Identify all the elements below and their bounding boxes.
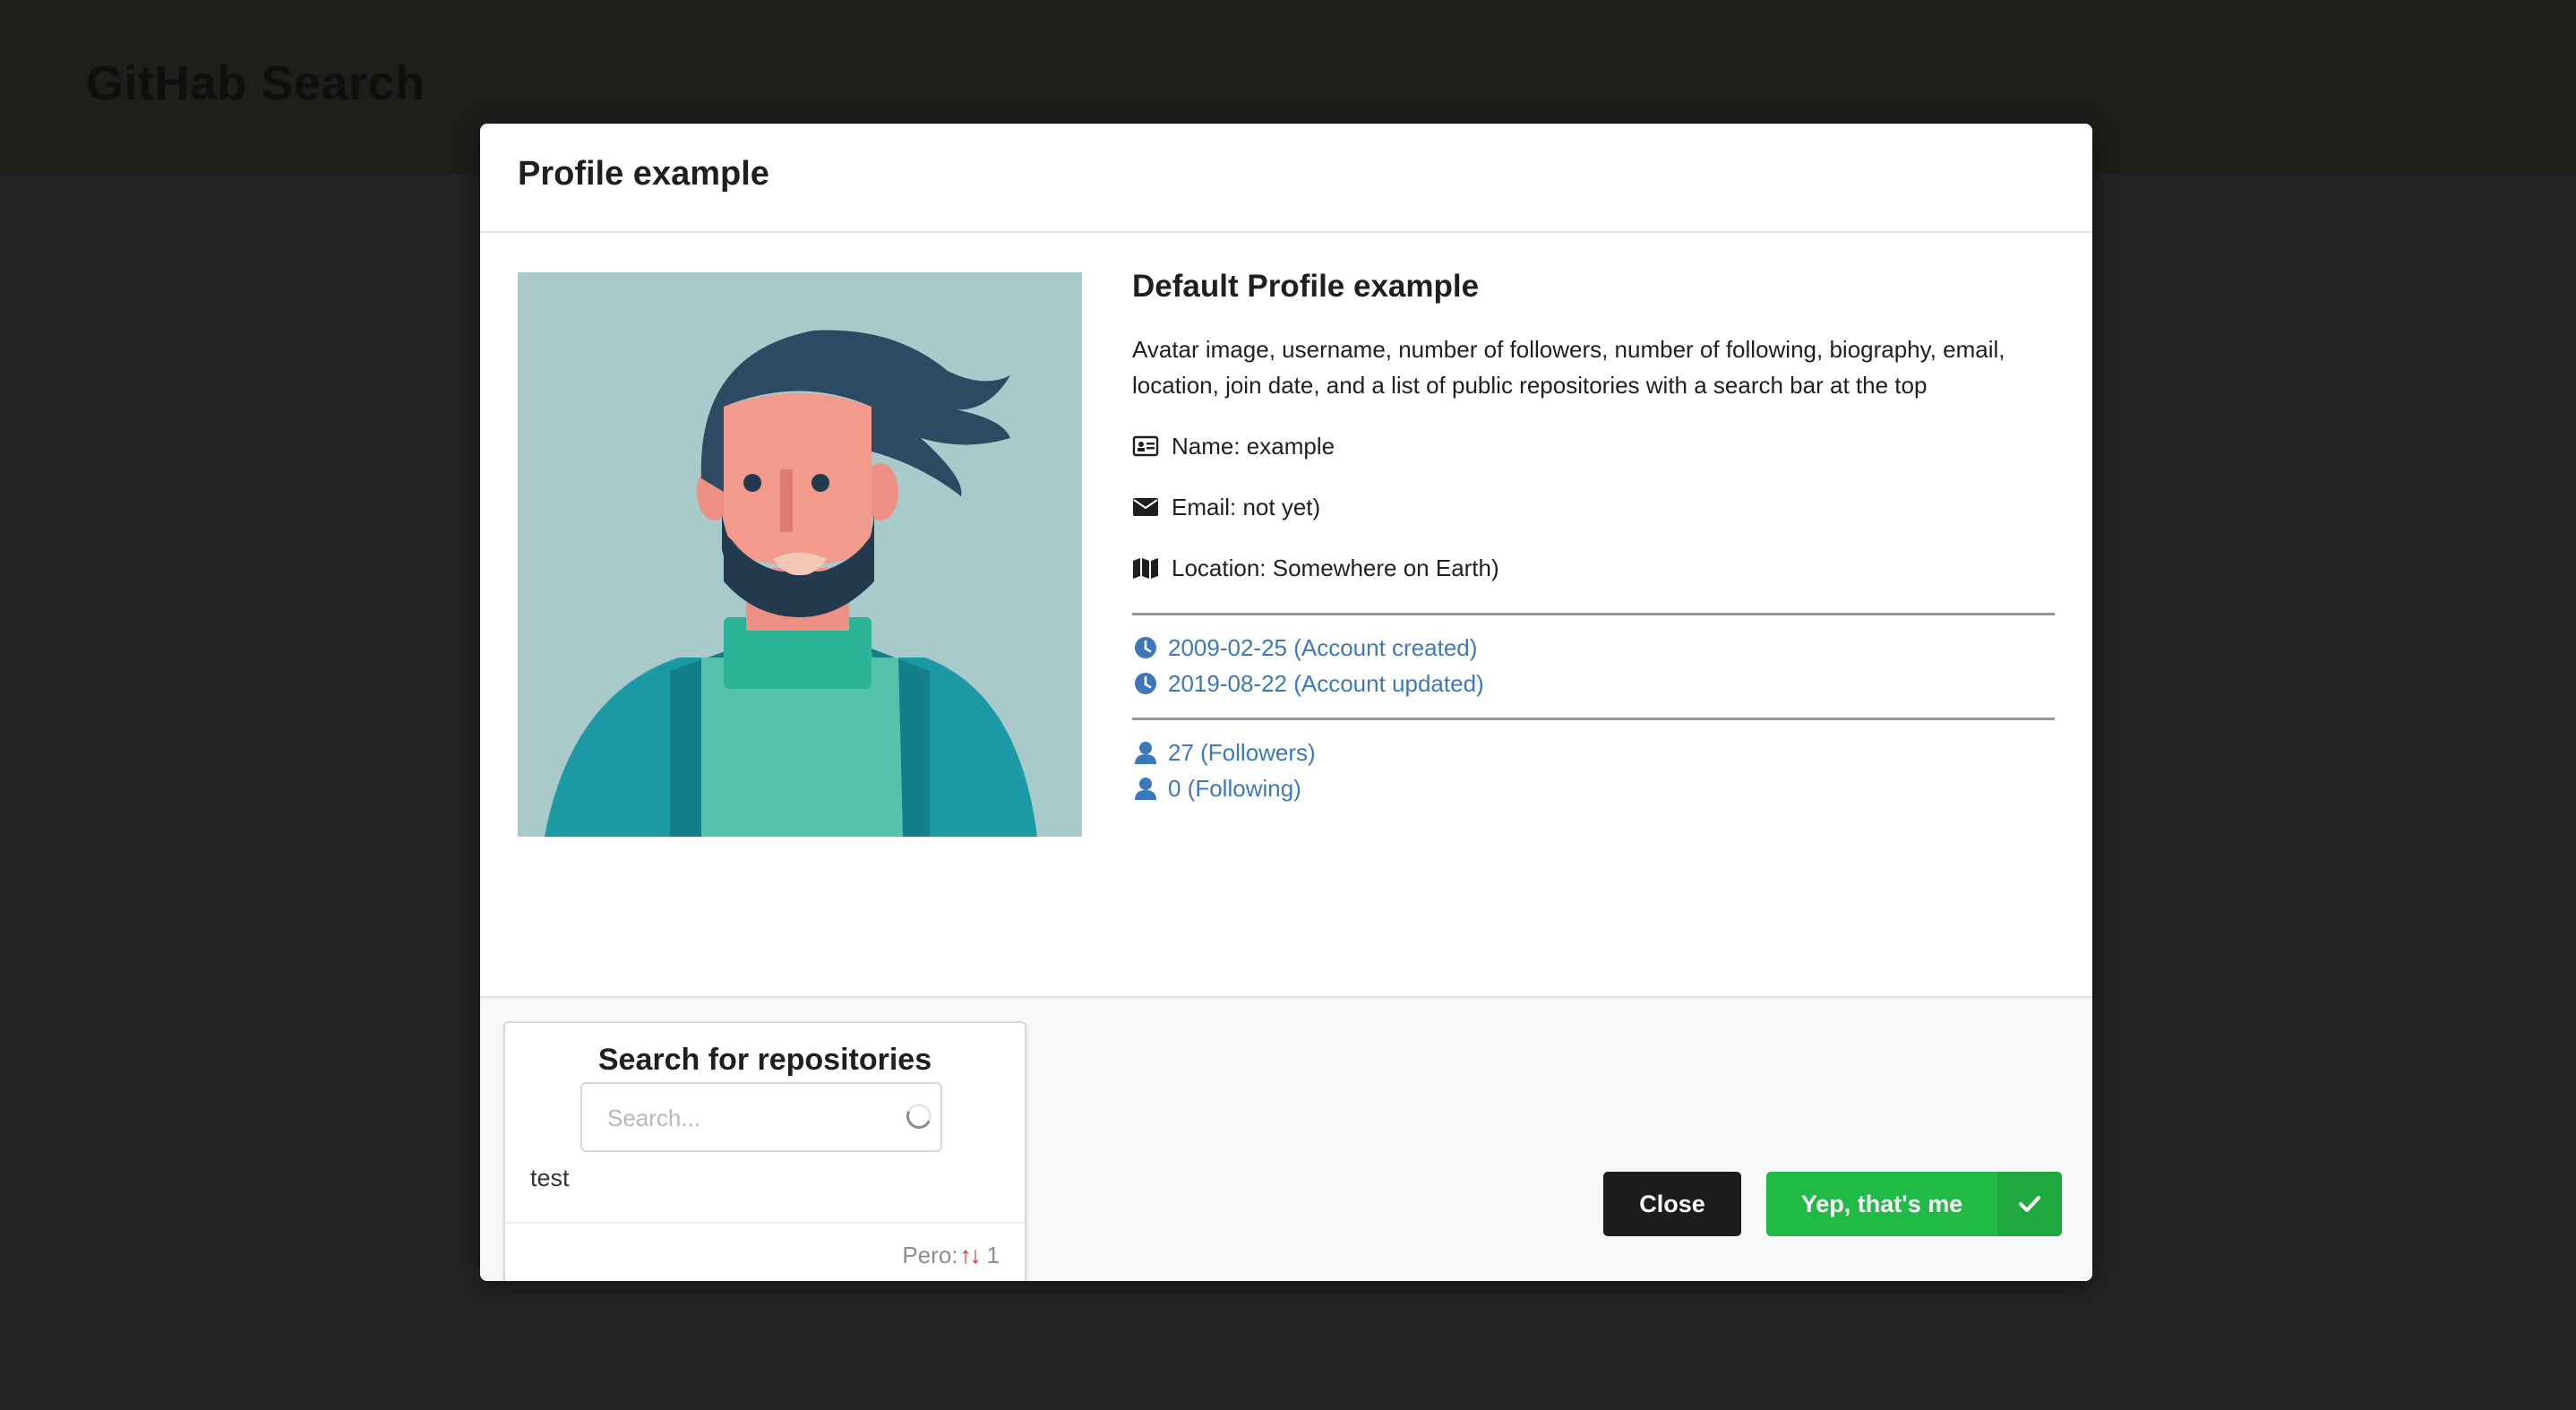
repo-list-item[interactable]: test (530, 1165, 570, 1192)
spinner-icon (903, 1100, 935, 1132)
email-row: Email: not yet) (1132, 489, 2055, 525)
app-title: GitHab Search (86, 56, 425, 110)
confirm-button[interactable]: Yep, that's me (1766, 1172, 2062, 1236)
close-button[interactable]: Close (1603, 1172, 1741, 1236)
clock-icon (1132, 634, 1159, 661)
modal-body: Default Profile example Avatar image, us… (480, 233, 2092, 998)
repo-search-card: Search for repositories test Pero: ↑↓ 1 (503, 1021, 1026, 1281)
social-group: 27 (Followers) 0 (Following) (1132, 735, 2055, 806)
location-row: Location: Somewhere on Earth) (1132, 550, 2055, 586)
envelope-icon (1132, 494, 1159, 520)
map-icon (1132, 555, 1159, 581)
confirm-label: Yep, that's me (1800, 1190, 1963, 1217)
name-row: Name: example (1132, 428, 2055, 464)
modal-title: Profile example (518, 155, 769, 193)
clock-icon (1132, 670, 1159, 697)
divider (505, 1222, 1025, 1224)
id-card-icon (1132, 433, 1159, 460)
avatar-image (518, 272, 1082, 837)
repo-meta: Pero: ↑↓ 1 (902, 1242, 1000, 1269)
dates-group: 2009-02-25 (Account created) 2019-08-22 … (1132, 630, 2055, 701)
search-box (580, 1082, 942, 1152)
followers-count[interactable]: 27 (Followers) (1168, 739, 1316, 767)
profile-description: Avatar image, username, number of follow… (1132, 336, 2005, 399)
modal-header: Profile example (480, 124, 2092, 233)
profile-name: Name: example (1172, 432, 1335, 460)
divider (1132, 718, 2055, 720)
updated-link[interactable]: 2019-08-22 (Account updated) (1132, 666, 2055, 701)
user-icon (1132, 775, 1159, 802)
following-link[interactable]: 0 (Following) (1132, 770, 2055, 806)
profile-email: Email: not yet) (1172, 493, 1321, 520)
created-link[interactable]: 2009-02-25 (Account created) (1132, 630, 2055, 666)
profile-location: Location: Somewhere on Earth) (1172, 554, 1499, 581)
search-input[interactable] (605, 1102, 878, 1134)
modal-footer: Search for repositories test Pero: ↑↓ 1 … (480, 998, 2092, 1281)
followers-link[interactable]: 27 (Followers) (1132, 735, 2055, 770)
repo-search-title: Search for repositories (597, 1043, 932, 1077)
profile-modal: Profile example Default Profile example … (480, 124, 2092, 1281)
repo-meta-count: 1 (986, 1242, 1000, 1268)
profile-details: Default Profile example Avatar image, us… (1132, 269, 2055, 806)
repo-meta-label: Pero: (902, 1242, 958, 1268)
profile-heading: Default Profile example (1132, 269, 1480, 304)
divider (1132, 613, 2055, 615)
updated-date[interactable]: 2019-08-22 (Account updated) (1168, 670, 1484, 698)
following-count[interactable]: 0 (Following) (1168, 775, 1301, 803)
sort-icon: ↑↓ (959, 1242, 982, 1268)
user-icon (1132, 739, 1159, 766)
created-date[interactable]: 2009-02-25 (Account created) (1168, 634, 1477, 662)
check-icon (1997, 1172, 2062, 1236)
